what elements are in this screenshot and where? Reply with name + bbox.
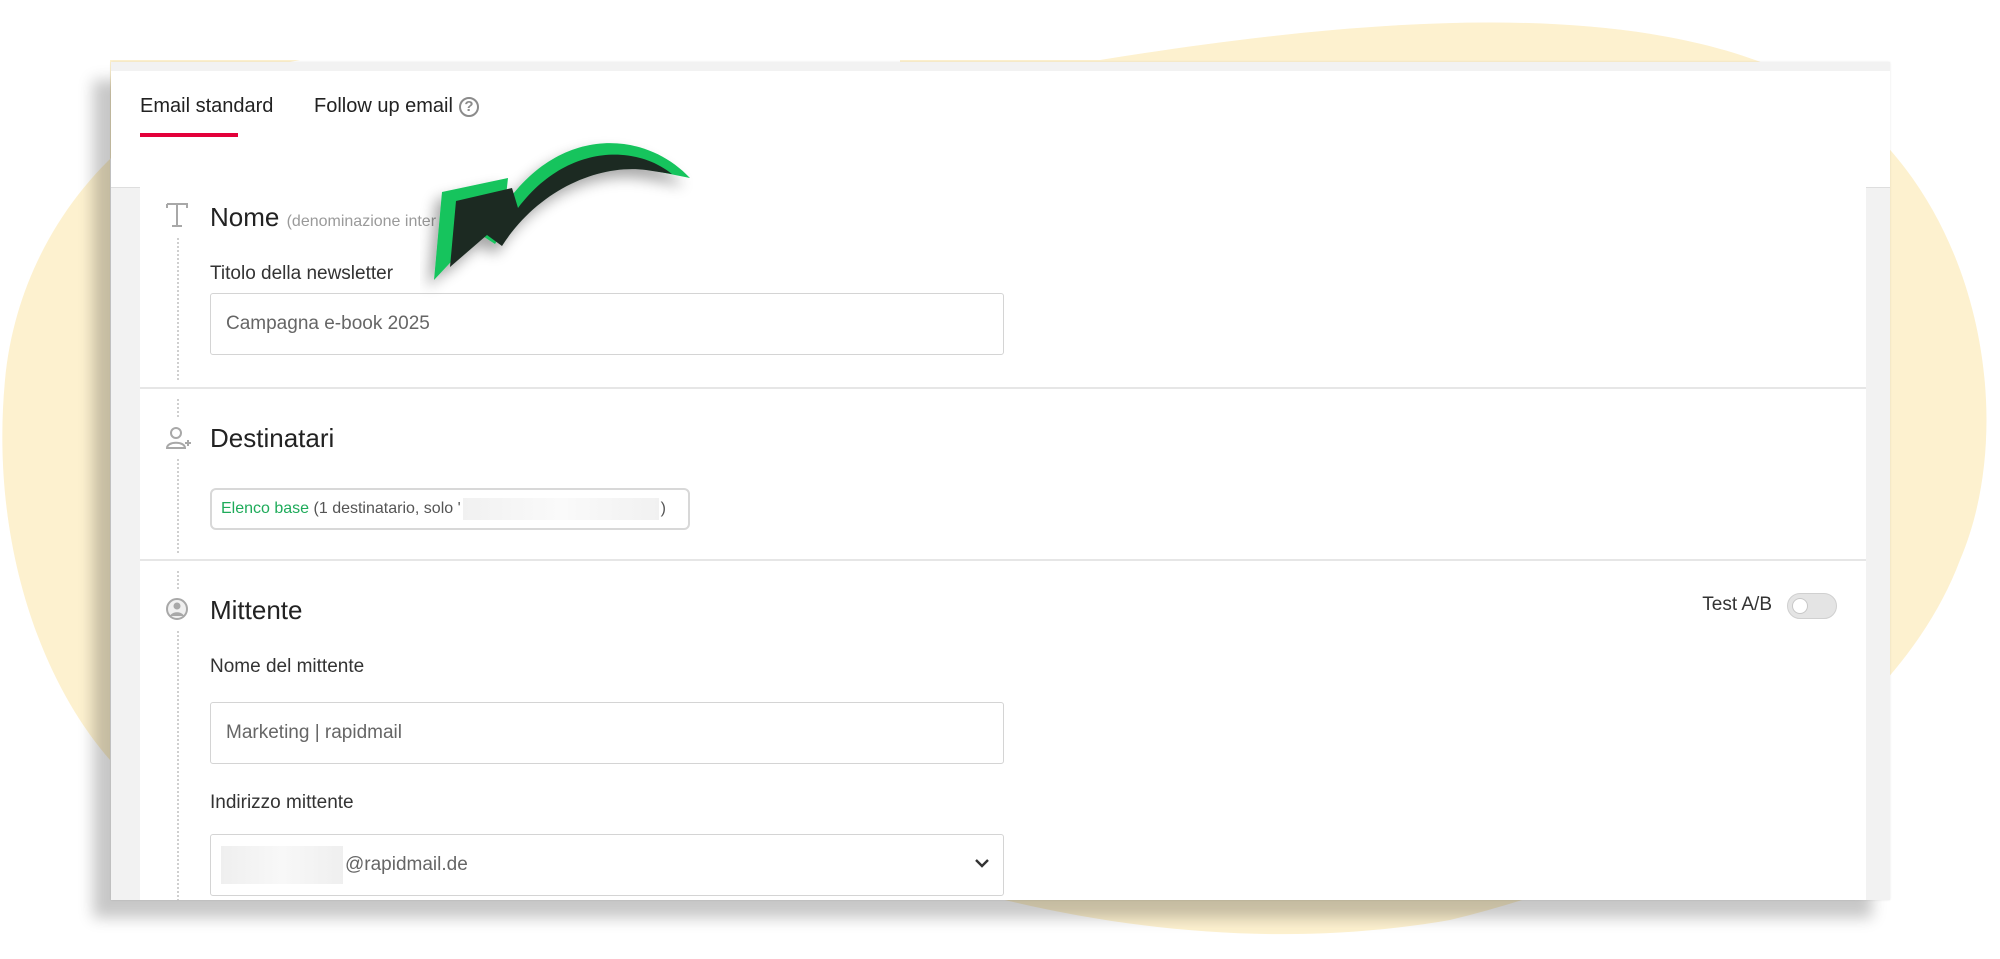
tab-follow-up-email[interactable]: Follow up email ? (314, 95, 479, 118)
help-icon[interactable]: ? (458, 96, 479, 117)
sender-name-label: Nome del mittente (210, 656, 365, 677)
active-tab-indicator (140, 133, 238, 137)
toggle-knob (1792, 598, 1808, 614)
newsletter-title-input[interactable]: Campagna e-book 2025 (210, 293, 1004, 355)
section-title: Nome (denominazione inter (210, 202, 436, 233)
section-title: Destinatari (210, 423, 335, 453)
recipient-close-paren: ) (660, 500, 666, 517)
section-subtitle: (denominazione inter (286, 213, 437, 230)
recipient-list-name: Elenco base (221, 500, 310, 517)
sender-address-domain: @rapidmail.de (345, 854, 468, 875)
chevron-down-icon (975, 859, 989, 868)
sender-address-select[interactable]: @rapidmail.de (210, 834, 1004, 896)
tab-label: Follow up email (314, 95, 453, 117)
section-connector (177, 571, 179, 589)
section-title-text: Nome (210, 202, 280, 232)
add-user-icon (165, 427, 191, 449)
section-nome: Nome (denominazione inter Titolo della n… (140, 168, 1866, 389)
text-icon (166, 203, 188, 227)
redacted-text (462, 497, 659, 520)
newsletter-title-label: Titolo della newsletter (210, 263, 394, 284)
ab-test-toggle[interactable] (1787, 593, 1837, 619)
section-connector (177, 238, 179, 380)
section-connector (177, 631, 179, 900)
recipient-list-chip[interactable]: Elenco base (1 destinatario, solo ') (210, 488, 690, 530)
section-destinatari: Destinatari Elenco base (1 destinatario,… (140, 389, 1866, 561)
sender-name-input[interactable]: Marketing | rapidmail (210, 702, 1004, 764)
section-connector (177, 399, 179, 417)
section-title: Mittente (210, 595, 303, 625)
ab-test-label: Test A/B (1702, 594, 1772, 615)
user-circle-icon (166, 598, 188, 620)
section-mittente: Mittente Test A/B Nome del mittente Mark… (140, 561, 1866, 900)
sender-address-label: Indirizzo mittente (210, 792, 354, 813)
app-window: Email standard Follow up email ? Nome (d… (111, 62, 1890, 900)
tab-email-standard[interactable]: Email standard (140, 95, 274, 137)
annotation-arrow (434, 143, 690, 280)
section-connector (177, 459, 179, 553)
redacted-text (221, 846, 343, 884)
recipient-count-text: (1 destinatario, solo ' (313, 500, 461, 517)
tab-label: Email standard (140, 95, 274, 117)
